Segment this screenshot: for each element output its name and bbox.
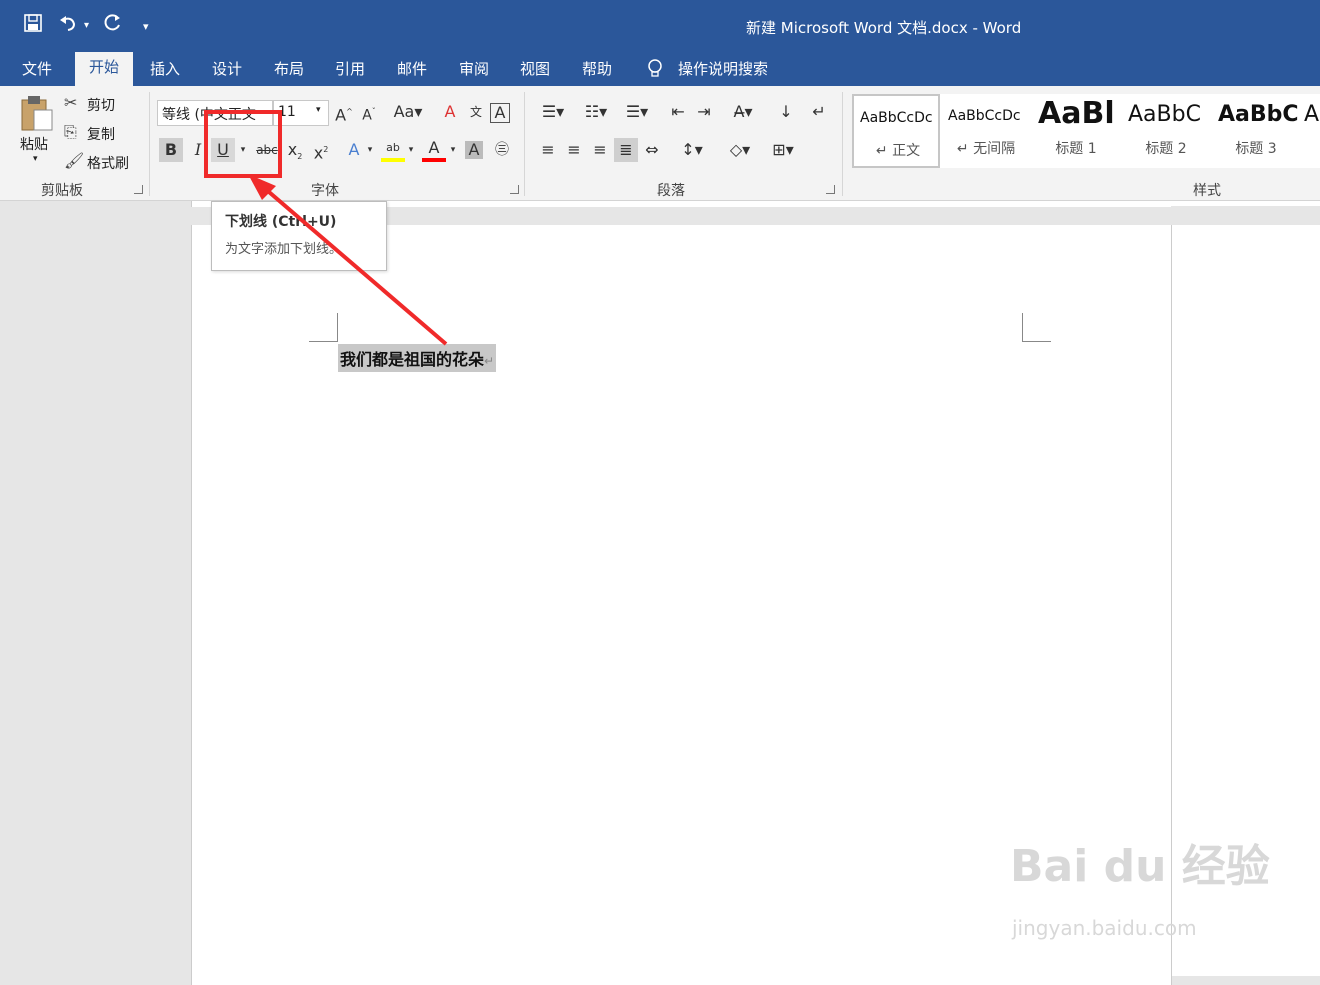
baidu-watermark-url: jingyan.baidu.com: [1012, 916, 1197, 940]
baidu-watermark: Bai du 经验: [1010, 841, 1270, 892]
